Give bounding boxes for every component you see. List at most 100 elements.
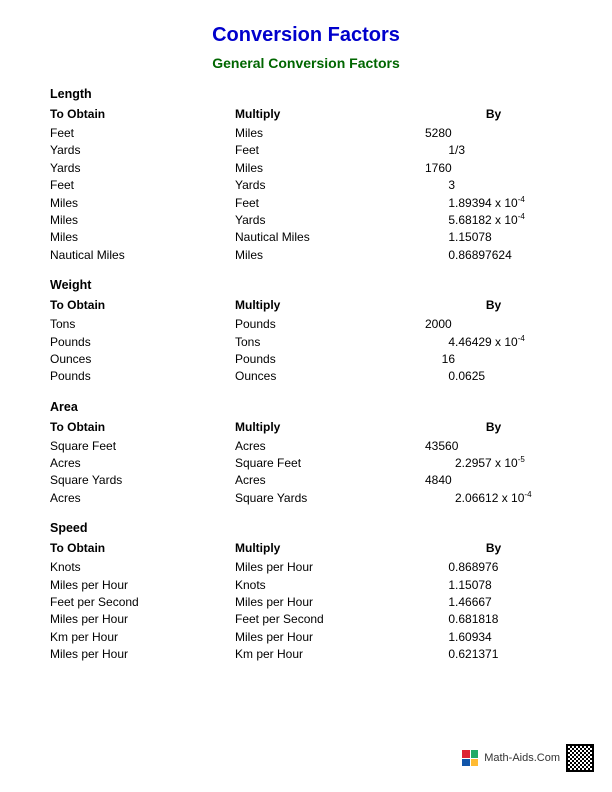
table-row: MilesYards 5.68182 x 10-4 [50, 212, 562, 229]
cell-by: 0.681818 [425, 611, 562, 628]
cell-multiply: Pounds [235, 316, 425, 333]
header-col: Multiply [235, 541, 425, 555]
cell-obtain: Feet [50, 177, 235, 194]
cell-obtain: Square Yards [50, 472, 235, 489]
cell-obtain: Miles per Hour [50, 577, 235, 594]
cell-multiply: Tons [235, 334, 425, 351]
column-headers: To ObtainMultiplyBy [50, 541, 562, 555]
cell-multiply: Square Feet [235, 455, 425, 472]
footer-site: Math-Aids.Com [484, 752, 560, 764]
cell-obtain: Knots [50, 559, 235, 576]
cell-multiply: Miles per Hour [235, 594, 425, 611]
table-row: KnotsMiles per Hour 0.868976 [50, 559, 562, 576]
cell-by: 16 [425, 351, 562, 368]
header-col: To Obtain [50, 420, 235, 434]
cell-obtain: Pounds [50, 334, 235, 351]
cell-obtain: Miles [50, 212, 235, 229]
cell-obtain: Nautical Miles [50, 247, 235, 264]
cell-by: 1.15078 [425, 577, 562, 594]
header-col: Multiply [235, 420, 425, 434]
table-row: Miles per HourKnots 1.15078 [50, 577, 562, 594]
footer: Math-Aids.Com [462, 744, 594, 772]
cell-obtain: Acres [50, 490, 235, 507]
cell-obtain: Square Feet [50, 438, 235, 455]
cell-obtain: Miles per Hour [50, 611, 235, 628]
cell-obtain: Miles [50, 195, 235, 212]
cell-obtain: Miles per Hour [50, 646, 235, 663]
qr-code-icon [566, 744, 594, 772]
cell-multiply: Acres [235, 438, 425, 455]
header-col: To Obtain [50, 541, 235, 555]
table-row: FeetYards 3 [50, 177, 562, 194]
cell-multiply: Acres [235, 472, 425, 489]
header-col: To Obtain [50, 107, 235, 121]
table-row: MilesFeet 1.89394 x 10-4 [50, 195, 562, 212]
cell-obtain: Feet [50, 125, 235, 142]
table-row: AcresSquare Feet 2.2957 x 10-5 [50, 455, 562, 472]
table-row: AcresSquare Yards 2.06612 x 10-4 [50, 490, 562, 507]
table-row: FeetMiles5280 [50, 125, 562, 142]
page-title: Conversion Factors [50, 24, 562, 47]
section-title: Length [50, 87, 562, 101]
cell-by: 5280 [425, 125, 562, 142]
cell-multiply: Miles [235, 247, 425, 264]
cell-by: 1.89394 x 10-4 [425, 195, 562, 212]
cell-obtain: Feet per Second [50, 594, 235, 611]
table-row: Square FeetAcres43560 [50, 438, 562, 455]
table-row: Miles per HourKm per Hour 0.621371 [50, 646, 562, 663]
cell-multiply: Square Yards [235, 490, 425, 507]
cell-by: 43560 [425, 438, 562, 455]
cell-by: 1.60934 [425, 629, 562, 646]
cell-multiply: Nautical Miles [235, 229, 425, 246]
cell-multiply: Feet per Second [235, 611, 425, 628]
table-row: PoundsTons 4.46429 x 10-4 [50, 334, 562, 351]
cell-by: 5.68182 x 10-4 [425, 212, 562, 229]
header-col: By [425, 107, 562, 121]
cell-multiply: Miles [235, 125, 425, 142]
table-row: Km per HourMiles per Hour 1.60934 [50, 629, 562, 646]
section-title: Area [50, 400, 562, 414]
header-col: Multiply [235, 107, 425, 121]
cell-by: 4840 [425, 472, 562, 489]
header-col: By [425, 298, 562, 312]
section-speed: SpeedTo ObtainMultiplyByKnotsMiles per H… [50, 521, 562, 663]
cell-by: 1760 [425, 160, 562, 177]
table-row: Square YardsAcres4840 [50, 472, 562, 489]
cell-by: 2.2957 x 10-5 [425, 455, 562, 472]
cell-multiply: Feet [235, 142, 425, 159]
cell-multiply: Yards [235, 212, 425, 229]
section-weight: Weight To ObtainMultiplyBy TonsPounds2000P… [50, 278, 562, 386]
section-title: Speed [50, 521, 562, 535]
cell-obtain: Yards [50, 142, 235, 159]
table-row: TonsPounds2000 [50, 316, 562, 333]
cell-obtain: Yards [50, 160, 235, 177]
table-row: MilesNautical Miles 1.15078 [50, 229, 562, 246]
cell-by: 1.15078 [425, 229, 562, 246]
column-headers: To ObtainMultiplyBy [50, 107, 562, 121]
cell-multiply: Yards [235, 177, 425, 194]
cell-by: 0.621371 [425, 646, 562, 663]
cell-multiply: Km per Hour [235, 646, 425, 663]
column-headers: To ObtainMultiplyBy [50, 298, 562, 312]
cell-multiply: Miles per Hour [235, 629, 425, 646]
cell-by: 4.46429 x 10-4 [425, 334, 562, 351]
section-title: Weight [50, 278, 562, 292]
column-headers: To ObtainMultiplyBy [50, 420, 562, 434]
cell-obtain: Acres [50, 455, 235, 472]
cell-obtain: Km per Hour [50, 629, 235, 646]
cell-by: 3 [425, 177, 562, 194]
math-aids-logo-icon [462, 750, 478, 766]
table-row: YardsMiles1760 [50, 160, 562, 177]
cell-multiply: Knots [235, 577, 425, 594]
cell-by: 0.86897624 [425, 247, 562, 264]
cell-by: 0.0625 [425, 368, 562, 385]
cell-by: 2.06612 x 10-4 [425, 490, 562, 507]
table-row: YardsFeet 1/3 [50, 142, 562, 159]
cell-multiply: Miles per Hour [235, 559, 425, 576]
cell-multiply: Miles [235, 160, 425, 177]
cell-multiply: Feet [235, 195, 425, 212]
table-row: OuncesPounds 16 [50, 351, 562, 368]
cell-by: 0.868976 [425, 559, 562, 576]
section-length: LengthTo ObtainMultiplyByFeetMiles5280Ya… [50, 87, 562, 264]
header-col: By [425, 420, 562, 434]
